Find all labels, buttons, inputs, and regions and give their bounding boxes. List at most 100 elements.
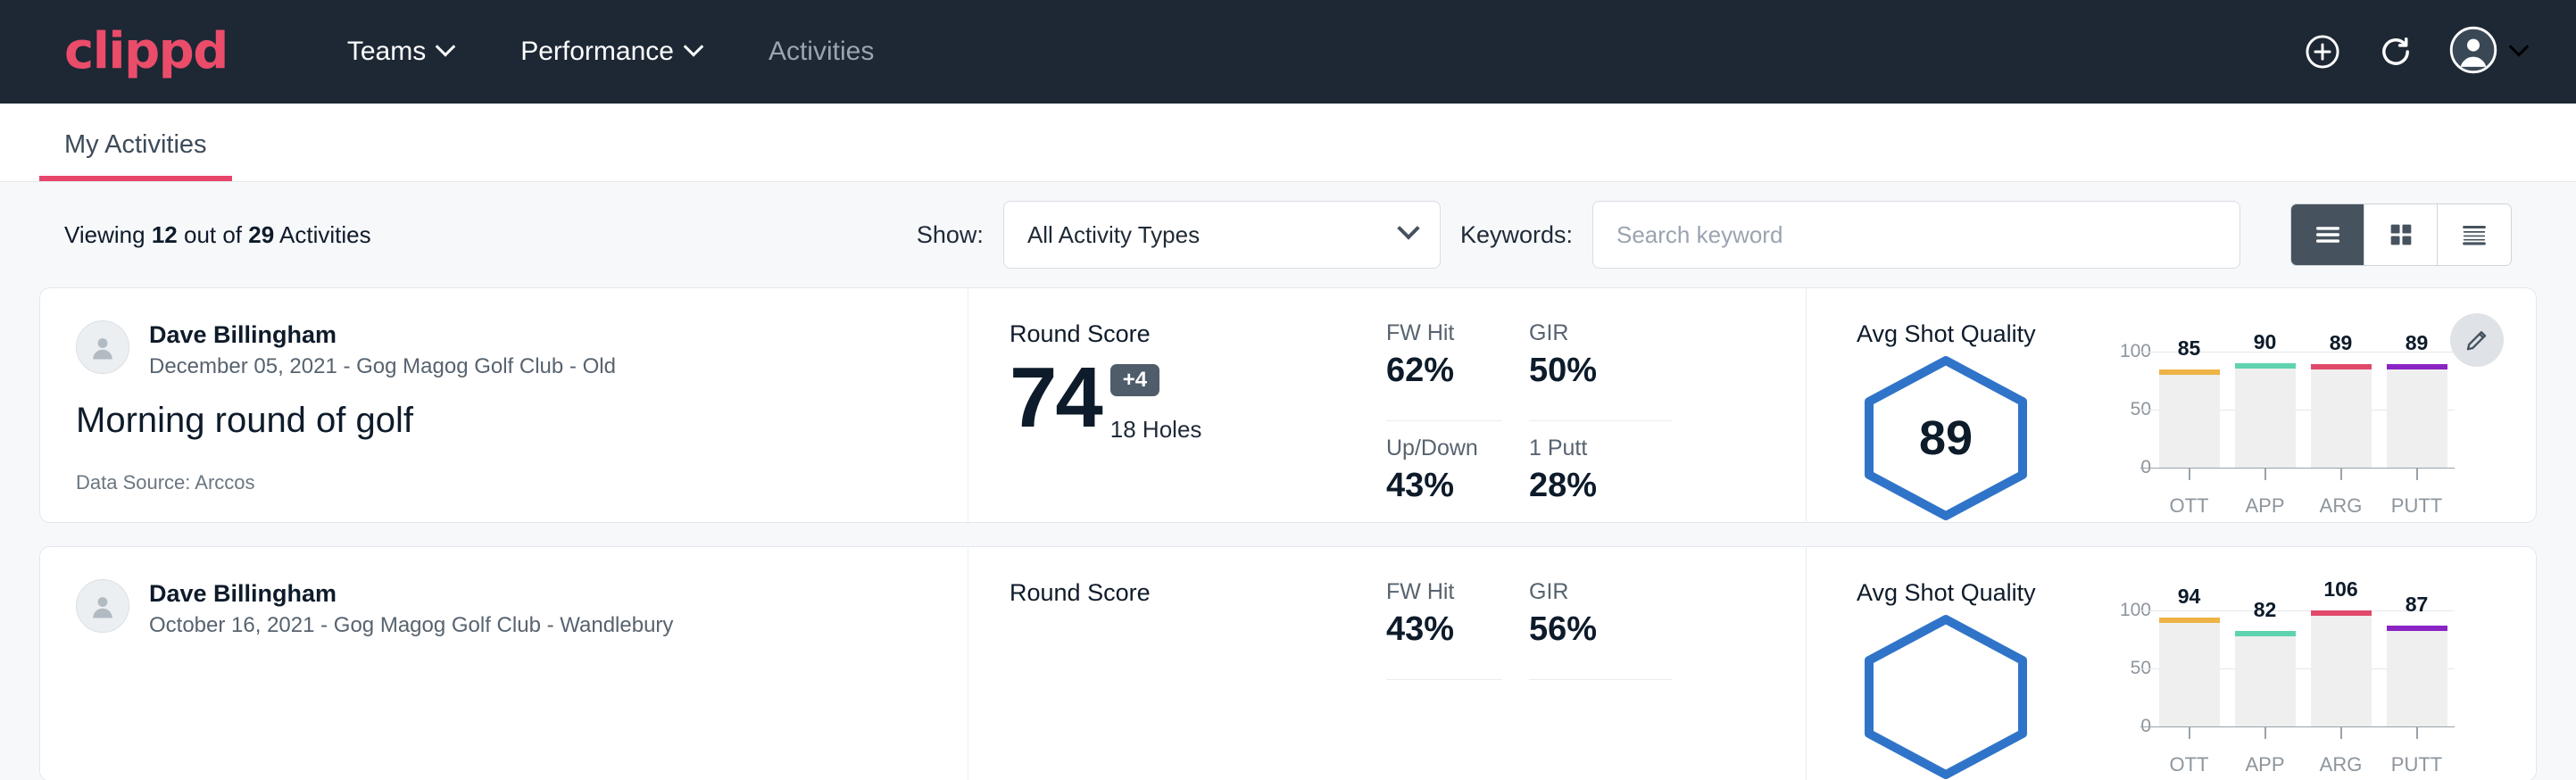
- x-tick-putt: PUTT: [2387, 753, 2447, 776]
- avg-shot-quality-value: 89: [1857, 355, 2035, 521]
- avg-shot-quality-value: [1857, 614, 2035, 780]
- shot-quality-bar-chart: 100 50 0 948210687 OTTAPPARGPUTT: [2099, 610, 2455, 776]
- chevron-down-icon: [436, 37, 456, 57]
- gridline: [2140, 726, 2455, 727]
- tab-bar: My Activities: [0, 104, 2576, 182]
- stats-grid: FW Hit 43% GIR 56%: [1386, 547, 1806, 780]
- bar-value-label: 94: [2159, 585, 2220, 609]
- round-score-label: Round Score: [1010, 320, 1386, 348]
- bar-putt: 87: [2387, 610, 2447, 726]
- chart-x-axis: OTTAPPARGPUTT: [2151, 753, 2455, 776]
- avatar: [76, 579, 129, 633]
- stat-fw-hit: FW Hit 43%: [1386, 579, 1502, 680]
- bar-value-label: 87: [2387, 593, 2447, 617]
- show-label: Show:: [917, 221, 984, 249]
- bar-body: [2387, 369, 2447, 468]
- round-score-value: 74: [1010, 353, 1101, 444]
- chart-x-tickmarks: [2151, 726, 2455, 739]
- stat-fw-hit: FW Hit 62%: [1386, 320, 1502, 421]
- nav-item-performance-label: Performance: [520, 37, 674, 67]
- bar-ott: 94: [2159, 610, 2220, 726]
- add-circle-icon[interactable]: [2303, 32, 2342, 71]
- author-name: Dave Billingham: [149, 579, 673, 610]
- viewing-prefix: Viewing: [64, 221, 145, 248]
- avatar: [76, 320, 129, 374]
- bar-value-label: 106: [2311, 577, 2372, 602]
- stat-gir-value: 50%: [1529, 352, 1672, 390]
- x-tick-putt: PUTT: [2387, 494, 2447, 518]
- x-tick-app: APP: [2235, 494, 2296, 518]
- shot-quality-hexagon: 89: [1857, 355, 2035, 521]
- grid-view-button[interactable]: [2364, 204, 2438, 265]
- stat-fw-hit-label: FW Hit: [1386, 320, 1502, 346]
- activity-data-source: Data Source: Arccos: [76, 471, 932, 494]
- bar-body: [2159, 623, 2220, 726]
- nav-actions: [2303, 26, 2526, 79]
- chart-x-tickmarks: [2151, 468, 2455, 480]
- shot-quality-block: Avg Shot Quality 89 100 50 0 8: [1806, 288, 2536, 522]
- stat-gir-label: GIR: [1529, 320, 1672, 346]
- activity-card[interactable]: Dave Billingham October 16, 2021 - Gog M…: [39, 546, 2537, 780]
- x-tick-arg: ARG: [2311, 753, 2372, 776]
- stat-fw-hit-value: 43%: [1386, 610, 1502, 649]
- round-score-block: Round Score +0: [968, 547, 1386, 780]
- stat-one-putt: 1 Putt 28%: [1529, 421, 1672, 522]
- nav-item-activities[interactable]: Activities: [735, 37, 908, 67]
- bar-body: [2159, 375, 2220, 469]
- bar-ott: 85: [2159, 352, 2220, 468]
- activity-type-select-value: All Activity Types: [1027, 221, 1200, 249]
- bar-putt: 89: [2387, 352, 2447, 468]
- view-mode-toggle: [2290, 203, 2512, 266]
- account-avatar: [2449, 26, 2497, 79]
- list-view-button[interactable]: [2291, 204, 2364, 265]
- stat-one-putt-value: 28%: [1529, 467, 1672, 505]
- viewing-total: 29: [248, 221, 274, 248]
- activity-summary: Dave Billingham October 16, 2021 - Gog M…: [40, 547, 968, 780]
- refresh-icon[interactable]: [2376, 32, 2415, 71]
- bar-app: 90: [2235, 352, 2296, 468]
- activities-page: Viewing 12 out of 29 Activities Show: Al…: [0, 182, 2576, 780]
- chart-plot-area: 85908989: [2151, 352, 2455, 468]
- x-tick-ott: OTT: [2159, 494, 2220, 518]
- stat-fw-hit-label: FW Hit: [1386, 579, 1502, 605]
- account-menu[interactable]: [2449, 26, 2526, 79]
- viewing-suffix: Activities: [279, 221, 371, 248]
- bar-body: [2387, 631, 2447, 726]
- nav-item-teams[interactable]: Teams: [313, 37, 486, 67]
- activity-meta: December 05, 2021 - Gog Magog Golf Club …: [149, 354, 616, 379]
- activity-author: Dave Billingham December 05, 2021 - Gog …: [76, 320, 932, 379]
- bar-value-label: 89: [2387, 331, 2447, 355]
- activity-title: Morning round of golf: [76, 401, 932, 441]
- chevron-down-icon: [684, 37, 704, 57]
- viewing-count-text: Viewing 12 out of 29 Activities: [64, 221, 371, 249]
- compact-view-button[interactable]: [2438, 204, 2511, 265]
- primary-nav: Teams Performance Activities: [313, 37, 908, 67]
- activity-meta: October 16, 2021 - Gog Magog Golf Club -…: [149, 613, 673, 638]
- search-input[interactable]: [1592, 201, 2240, 269]
- stat-fw-hit-value: 62%: [1386, 352, 1502, 390]
- bar-body: [2311, 616, 2372, 726]
- chevron-down-icon: [1397, 217, 1419, 239]
- edit-activity-button[interactable]: [2450, 313, 2504, 367]
- tab-my-activities[interactable]: My Activities: [39, 130, 232, 181]
- chevron-down-icon: [2509, 37, 2530, 57]
- app-logo[interactable]: clippd: [64, 27, 228, 77]
- activity-type-select[interactable]: All Activity Types: [1003, 201, 1441, 269]
- bar-app: 82: [2235, 610, 2296, 726]
- x-tick-app: APP: [2235, 753, 2296, 776]
- activity-summary: Dave Billingham December 05, 2021 - Gog …: [40, 288, 968, 522]
- top-navigation-bar: clippd Teams Performance Activities: [0, 0, 2576, 104]
- bar-value-label: 85: [2159, 336, 2220, 361]
- round-score-label: Round Score: [1010, 579, 1386, 607]
- bar-value-label: 82: [2235, 598, 2296, 622]
- stat-one-putt-label: 1 Putt: [1529, 436, 1672, 461]
- activity-card[interactable]: Dave Billingham December 05, 2021 - Gog …: [39, 287, 2537, 523]
- holes-label: 18 Holes: [1110, 416, 1202, 444]
- author-name: Dave Billingham: [149, 320, 616, 351]
- tab-my-activities-label: My Activities: [64, 130, 207, 159]
- stat-up-down-label: Up/Down: [1386, 436, 1502, 461]
- filter-controls: Show: All Activity Types Keywords:: [917, 201, 2512, 269]
- nav-item-activities-label: Activities: [769, 37, 874, 67]
- bar-arg: 106: [2311, 610, 2372, 726]
- nav-item-performance[interactable]: Performance: [486, 37, 735, 67]
